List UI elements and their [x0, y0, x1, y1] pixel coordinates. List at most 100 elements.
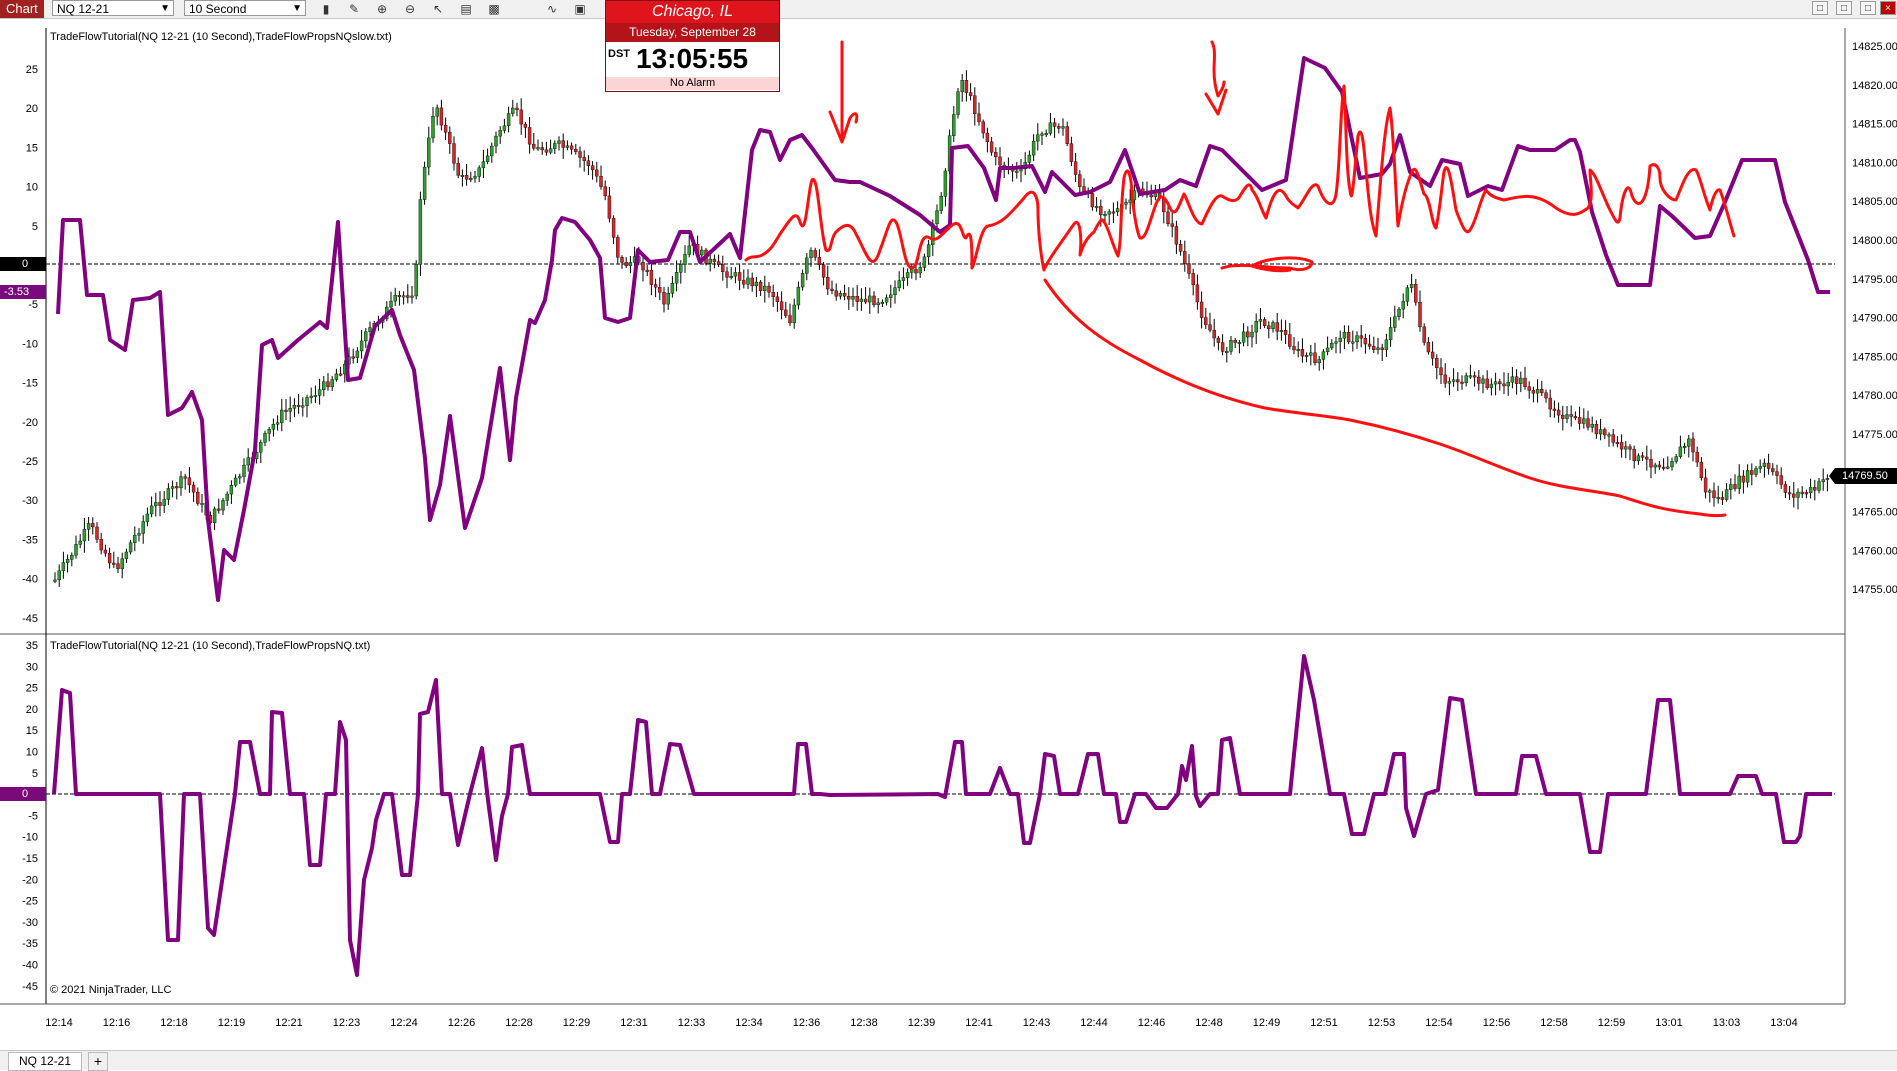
- candle-body: [317, 389, 322, 396]
- candle-body: [1640, 455, 1645, 458]
- clock-time-row: DST 13:05:55: [606, 42, 779, 77]
- candle-body: [536, 147, 540, 150]
- candle-body: [469, 178, 473, 180]
- candle-body: [154, 502, 158, 507]
- candle-body: [1220, 342, 1225, 352]
- candle-body: [1737, 475, 1741, 489]
- candle-body: [985, 132, 990, 142]
- candle-body: [183, 476, 187, 479]
- candle-body: [1485, 378, 1489, 388]
- candle-body: [1825, 478, 1830, 480]
- candle-body: [830, 288, 834, 291]
- candle-body: [1590, 424, 1594, 428]
- candle-body: [515, 107, 519, 111]
- candle-body: [1317, 359, 1321, 364]
- candle-body: [1435, 358, 1439, 369]
- candle-body: [935, 210, 939, 225]
- candle-body: [607, 195, 612, 219]
- left-axis-label: 10: [26, 747, 38, 759]
- candle-body: [65, 559, 70, 563]
- candle-body: [1439, 367, 1443, 376]
- price-axis-label: 14805.00: [1852, 196, 1897, 208]
- candle-body: [641, 262, 645, 271]
- candle-body: [1611, 434, 1615, 443]
- candle-body: [1321, 351, 1326, 360]
- candle-body: [578, 151, 582, 158]
- candle-body: [1510, 376, 1515, 383]
- candle-body: [1073, 161, 1078, 175]
- left-axis-label: 5: [32, 768, 38, 780]
- candle-body: [897, 280, 901, 288]
- candle-body: [586, 160, 591, 166]
- candle-body: [1300, 349, 1305, 357]
- candle-body: [313, 395, 318, 398]
- candle-body: [1716, 497, 1720, 500]
- candle-body: [1027, 154, 1032, 163]
- candle-body: [834, 290, 838, 297]
- time-axis-label: 12:31: [620, 1017, 648, 1029]
- candle-body: [1225, 351, 1229, 353]
- candle-body: [1678, 446, 1683, 457]
- candle-body: [616, 237, 620, 258]
- candle-body: [1414, 284, 1418, 303]
- time-axis-label: 12:41: [965, 1017, 993, 1029]
- candle-body: [1388, 327, 1393, 341]
- candle-body: [1535, 389, 1540, 394]
- bottom-zero-flag: 0: [0, 787, 46, 801]
- candle-body: [263, 433, 267, 443]
- candle-body: [1372, 346, 1376, 350]
- candle-body: [1212, 329, 1216, 339]
- chart-canvas[interactable]: 25 20 15 10 5 -5 -10 -15 -20 -25 -30 -35 -40 -45 35 30…: [0, 0, 1897, 1069]
- candle-body: [1733, 484, 1737, 489]
- candle-body: [1670, 461, 1674, 468]
- candle-body: [1199, 301, 1204, 318]
- price-axis-label: 14795.00: [1852, 274, 1897, 286]
- left-axis-label: 25: [26, 683, 38, 695]
- candle-body: [1762, 462, 1767, 467]
- candle-body: [1015, 170, 1019, 173]
- candle-body: [1254, 321, 1258, 333]
- candle-body: [1204, 317, 1208, 325]
- left-axis-label: 25: [26, 64, 38, 76]
- candle-body: [1191, 273, 1195, 285]
- candle-body: [1384, 339, 1389, 350]
- candle-body: [662, 292, 666, 305]
- candle-body: [813, 250, 817, 258]
- candle-body: [1745, 470, 1750, 483]
- candle-body: [494, 135, 498, 147]
- price-axis-label: 14810.00: [1852, 157, 1897, 169]
- candle-body: [498, 130, 502, 137]
- tab-nq-12-21[interactable]: NQ 12-21: [8, 1052, 83, 1071]
- candle-body: [431, 116, 435, 139]
- candle-body: [674, 271, 679, 284]
- candle-body: [1787, 492, 1792, 495]
- left-axis-label: -40: [22, 960, 38, 972]
- candle-body: [1498, 381, 1502, 385]
- candle-body: [200, 502, 204, 505]
- top-zero-flag: 0: [0, 257, 46, 271]
- candle-body: [511, 107, 515, 114]
- candle-body: [301, 405, 305, 408]
- candle-body: [506, 113, 511, 126]
- left-axis-label: 5: [32, 221, 38, 233]
- candle-body: [275, 422, 280, 425]
- left-axis-label: 20: [26, 704, 38, 716]
- candle-body: [1237, 342, 1242, 344]
- time-axis-label: 12:36: [793, 1017, 821, 1029]
- candle-body: [1057, 126, 1061, 129]
- add-tab-button[interactable]: +: [88, 1052, 108, 1071]
- candle-body: [1229, 340, 1233, 352]
- candle-body: [427, 137, 431, 168]
- candle-body: [1603, 429, 1607, 436]
- candle-body: [960, 80, 964, 92]
- time-axis-label: 12:43: [1023, 1017, 1051, 1029]
- candle-body: [128, 542, 133, 553]
- candle-body: [905, 272, 910, 278]
- candle-body: [410, 295, 414, 298]
- candle-body: [1103, 213, 1107, 216]
- candle-body: [1754, 468, 1758, 475]
- candle-body: [863, 298, 868, 303]
- candle-body: [716, 261, 721, 265]
- candle-body: [540, 147, 544, 151]
- candle-body: [1729, 484, 1733, 490]
